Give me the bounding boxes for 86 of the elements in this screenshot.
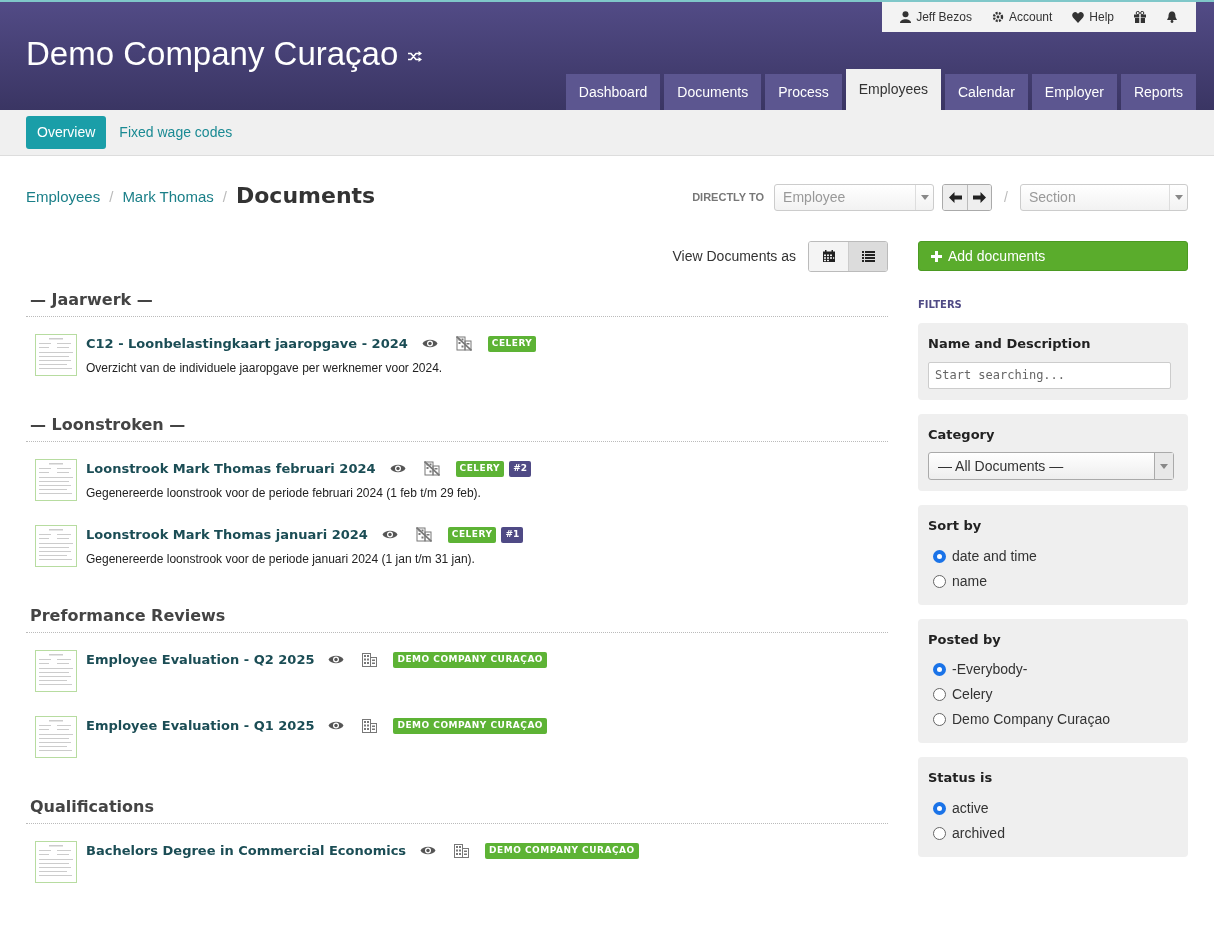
list-icon (861, 250, 875, 262)
document-thumbnail (35, 716, 77, 758)
radio-option[interactable]: Demo Company Curaçao (928, 707, 1178, 732)
list-view-button[interactable] (848, 241, 887, 271)
document-title-link[interactable]: Loonstrook Mark Thomas februari 2024 (86, 459, 376, 479)
calendar-icon (822, 250, 835, 262)
next-button[interactable] (967, 184, 992, 210)
document-thumbnail (35, 334, 77, 376)
subnav-link[interactable]: Fixed wage codes (110, 116, 242, 149)
caret-icon (920, 194, 929, 200)
document-description: Gegenereerde loonstrook voor de periode januari 2024 (1 jan t/m 31 jan). (86, 550, 476, 568)
document-thumbnail (35, 650, 77, 692)
source-tag: DEMO COMPANY CURAÇAO (393, 652, 547, 668)
nav-tab[interactable]: Calendar (945, 74, 1028, 110)
bell-icon (1166, 11, 1178, 23)
view-as-label: View Documents as (672, 246, 796, 266)
user-menu-link[interactable]: Jeff Bezos (890, 8, 982, 26)
nav-tab[interactable]: Employer (1031, 74, 1117, 110)
source-tag: DEMO COMPANY CURAÇAO (485, 843, 639, 859)
document-description: Gegenereerde loonstrook voor de periode februari 2024 (1 feb t/m 29 feb). (86, 484, 482, 502)
breadcrumb-link[interactable]: Mark Thomas (122, 185, 214, 209)
caret-icon (1160, 463, 1168, 469)
number-badge: #1 (501, 527, 524, 543)
section-heading: — Jaarwerk — (26, 288, 888, 317)
radio-option[interactable]: active (928, 795, 1178, 821)
filter-label: Posted by (928, 630, 1002, 649)
eye-icon[interactable] (421, 338, 438, 350)
radio-option[interactable]: -Everybody- (928, 657, 1178, 682)
eye-icon[interactable] (328, 654, 345, 666)
source-tag: CELERY (447, 527, 497, 543)
caret-icon (1174, 194, 1183, 200)
left-arrow-icon (948, 191, 962, 203)
radio-option[interactable]: Celery (928, 682, 1178, 707)
plus-icon (931, 250, 942, 262)
filter-label: Category (928, 425, 996, 444)
eye-icon[interactable] (328, 720, 345, 732)
filter-label: Sort by (928, 517, 983, 535)
document-title-link[interactable]: Employee Evaluation - Q1 2025 (86, 716, 315, 736)
search-field[interactable]: Start searching... (928, 361, 1171, 389)
eye-icon[interactable] (420, 845, 437, 857)
gear-icon (991, 11, 1004, 23)
source-tag: CELERY (455, 461, 505, 477)
eye-icon[interactable] (389, 463, 406, 475)
section-heading: Preformance Reviews (26, 604, 888, 633)
shuffle-icon[interactable] (408, 50, 423, 62)
section-heading: Qualifications (26, 795, 888, 824)
directly-to-label: DIRECTLY TO (692, 189, 765, 205)
calendar-view-button[interactable] (809, 241, 848, 271)
nav-tab[interactable]: Reports (1120, 74, 1196, 110)
company-title: Demo Company Curaçao (26, 34, 399, 74)
heart-icon (1072, 11, 1085, 23)
nav-tab[interactable]: Documents (664, 74, 762, 110)
section-heading: — Loonstroken — (26, 413, 888, 442)
radio-option[interactable]: archived (928, 820, 1178, 846)
document-title-link[interactable]: Bachelors Degree in Commercial Economics (86, 841, 407, 861)
document-title-link[interactable]: Loonstrook Mark Thomas januari 2024 (86, 525, 368, 545)
document-title-link[interactable]: Employee Evaluation - Q2 2025 (86, 650, 315, 670)
right-arrow-icon (973, 191, 987, 203)
document-thumbnail (35, 459, 77, 501)
filters-heading: FILTERS (918, 298, 963, 312)
filter-label: Name and Description (928, 335, 1092, 353)
eye-icon[interactable] (381, 529, 398, 541)
path-separator: / (1003, 187, 1009, 207)
filter-label: Status is (928, 769, 994, 787)
document-thumbnail (35, 841, 77, 883)
gift-icon (1134, 11, 1146, 23)
page-title: Documents (235, 181, 376, 210)
source-tag: DEMO COMPANY CURAÇAO (393, 718, 547, 734)
document-thumbnail (35, 525, 77, 567)
radio-option[interactable]: date and time (928, 543, 1178, 569)
category-select[interactable]: — All Documents — (928, 452, 1174, 480)
breadcrumb-link[interactable]: Employees (26, 185, 101, 209)
user-menu-link[interactable]: Help (1062, 8, 1124, 26)
nav-tab[interactable]: Employees (845, 69, 941, 110)
nav-tab[interactable]: Process (765, 74, 842, 110)
previous-button[interactable] (943, 184, 968, 210)
user-menu-link[interactable]: Account (981, 8, 1063, 26)
number-badge: #2 (509, 461, 531, 477)
document-title-link[interactable]: C12 - Loonbelastingkaart jaaropgave - 2024 (86, 334, 408, 354)
nav-tab[interactable]: Dashboard (565, 74, 661, 110)
document-description: Overzicht van de individuele jaaropgave per werknemer voor 2024. (86, 359, 444, 377)
breadcrumb-separator: / (108, 186, 115, 207)
radio-option[interactable]: name (928, 568, 1178, 594)
user-icon (900, 11, 912, 23)
source-tag: CELERY (487, 336, 537, 352)
breadcrumb-separator: / (221, 186, 228, 207)
